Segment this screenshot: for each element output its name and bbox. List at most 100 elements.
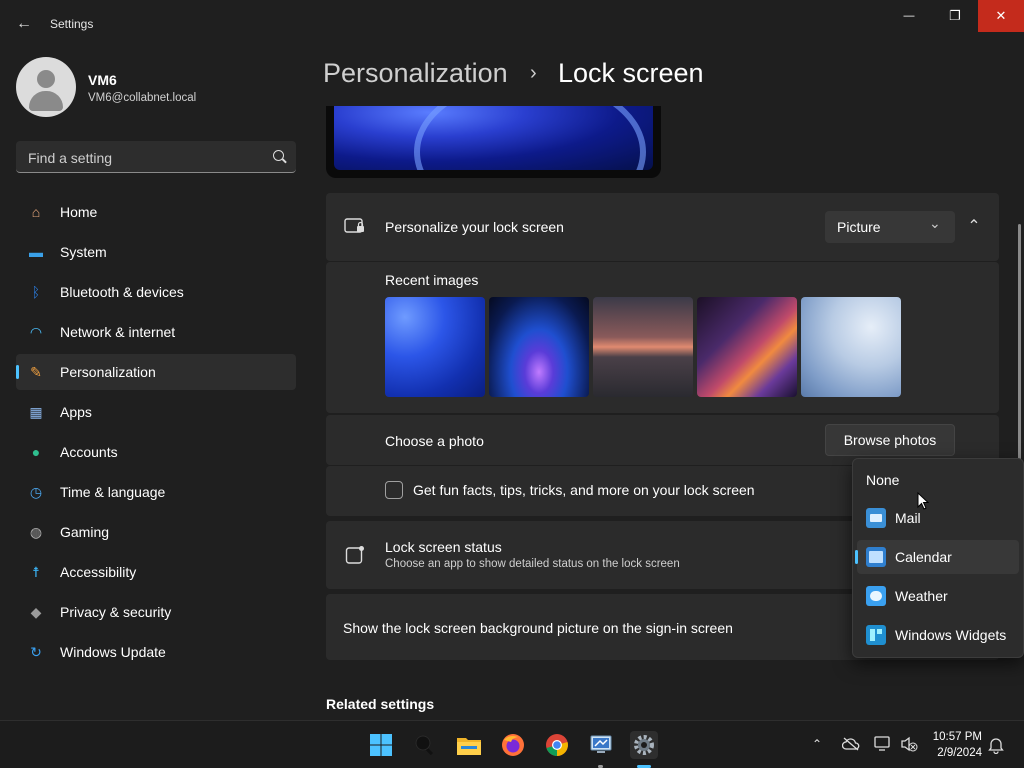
recent-images-label: Recent images — [385, 272, 479, 288]
sidebar-item-privacy-security[interactable]: ◆ Privacy & security — [16, 594, 296, 630]
minimize-icon: — — [903, 10, 915, 22]
flyout-option-none[interactable]: None — [857, 463, 1019, 497]
lock-screen-status-label: Lock screen status — [385, 539, 502, 555]
flyout-option-label: Weather — [895, 588, 948, 604]
sidebar-item-bluetooth-devices[interactable]: ᛒ Bluetooth & devices — [16, 274, 296, 310]
browse-photos-button[interactable]: Browse photos — [825, 424, 955, 456]
collapse-button[interactable]: ⌃ — [962, 216, 986, 238]
chevron-up-icon: ⌃ — [967, 218, 981, 235]
update-icon: ↻ — [30, 643, 42, 660]
recent-image-5[interactable] — [801, 297, 901, 397]
back-button[interactable]: ← — [8, 10, 40, 38]
flyout-option-mail[interactable]: Mail — [857, 501, 1019, 535]
sidebar-item-time-language[interactable]: ◷ Time & language — [16, 474, 296, 510]
calendar-icon — [866, 547, 886, 567]
close-button[interactable]: ✕ — [978, 0, 1024, 32]
volume-muted-icon[interactable] — [900, 736, 918, 757]
flyout-option-weather[interactable]: Weather — [857, 579, 1019, 613]
dropdown-value: Picture — [837, 219, 881, 235]
restore-icon: ❐ — [949, 8, 961, 23]
sidebar-item-label: System — [60, 244, 107, 260]
sidebar-item-label: Accounts — [60, 444, 118, 460]
user-email: VM6@collabnet.local — [88, 92, 197, 104]
sidebar-item-label: Time & language — [60, 484, 166, 500]
flyout-option-label: None — [866, 472, 900, 488]
recent-image-3[interactable] — [593, 297, 693, 397]
breadcrumb-parent[interactable]: Personalization — [323, 58, 508, 89]
sidebar-item-label: Gaming — [60, 524, 110, 540]
avatar[interactable] — [16, 57, 76, 117]
scrollbar[interactable] — [1018, 224, 1021, 464]
clock-globe-icon: ◷ — [29, 483, 43, 500]
avatar-body-icon — [29, 91, 63, 111]
network-icon[interactable] — [874, 736, 892, 757]
settings-icon[interactable] — [630, 731, 658, 759]
home-icon: ⌂ — [31, 204, 41, 220]
lock-screen-icon — [344, 217, 366, 237]
sidebar-item-system[interactable]: ▬ System — [16, 234, 296, 270]
close-icon: ✕ — [995, 8, 1007, 23]
sidebar-item-windows-update[interactable]: ↻ Windows Update — [16, 634, 296, 670]
sidebar-item-label: Personalization — [60, 364, 156, 380]
page-title: Lock screen — [558, 58, 704, 88]
app-title: Settings — [50, 17, 94, 31]
mouse-cursor-icon — [917, 491, 930, 515]
choose-photo-label: Choose a photo — [385, 433, 484, 449]
sidebar-item-accounts[interactable]: ● Accounts — [16, 434, 296, 470]
remote-desktop-icon[interactable] — [587, 731, 615, 759]
maximize-button[interactable]: ❐ — [932, 0, 978, 32]
sidebar-item-label: Privacy & security — [60, 604, 172, 620]
taskbar-clock[interactable]: 10:57 PM 2/9/2024 — [926, 729, 982, 761]
sidebar-nav: ⌂ Home ▬ System ᛒ Bluetooth & devices ◠ Network… — [16, 194, 296, 674]
flyout-option-widgets[interactable]: Windows Widgets — [857, 618, 1019, 652]
widgets-icon — [866, 625, 886, 645]
taskbar: ⌃ 10:57 PM 2/9/2024 — [0, 720, 1024, 768]
chevron-down-icon: ⌄ — [929, 215, 941, 231]
related-settings-heading: Related settings — [326, 696, 435, 712]
fun-facts-checkbox[interactable] — [385, 481, 403, 499]
lock-screen-type-dropdown[interactable]: Picture ⌄ — [825, 211, 955, 243]
flyout-option-calendar[interactable]: Calendar — [855, 540, 1019, 574]
lock-screen-preview — [326, 106, 661, 178]
breadcrumb-separator: › — [530, 62, 537, 84]
cloud-offline-icon[interactable] — [841, 737, 860, 756]
sidebar-item-apps[interactable]: ▦ Apps — [16, 394, 296, 430]
sidebar-item-label: Bluetooth & devices — [60, 284, 184, 300]
personalize-label: Personalize your lock screen — [385, 219, 564, 235]
search-icon[interactable] — [411, 731, 439, 759]
windows-start-icon[interactable] — [367, 731, 395, 759]
recent-image-2[interactable] — [489, 297, 589, 397]
recent-image-1[interactable] — [385, 297, 485, 397]
person-icon: ● — [31, 444, 41, 460]
weather-icon — [866, 586, 886, 606]
sidebar-item-accessibility[interactable]: ☨ Accessibility — [16, 554, 296, 590]
recent-image-4[interactable] — [697, 297, 797, 397]
user-name: VM6 — [88, 72, 117, 88]
sidebar-item-personalization[interactable]: ✎ Personalization — [16, 354, 296, 390]
chevron-up-icon[interactable]: ⌃ — [812, 737, 822, 751]
search-box[interactable] — [16, 141, 296, 173]
sidebar-item-label: Accessibility — [60, 564, 137, 580]
avatar-head-icon — [37, 70, 55, 88]
sidebar-item-home[interactable]: ⌂ Home — [16, 194, 296, 230]
signin-background-label: Show the lock screen background picture … — [343, 620, 733, 636]
firefox-icon[interactable] — [499, 731, 527, 759]
status-app-flyout: None Mail Calendar Weather Windows Widge… — [852, 458, 1024, 658]
chrome-icon[interactable] — [543, 731, 571, 759]
bluetooth-icon: ᛒ — [31, 284, 41, 300]
sidebar-item-gaming[interactable]: ◍ Gaming — [16, 514, 296, 550]
preview-image — [334, 106, 653, 170]
sidebar-item-network-internet[interactable]: ◠ Network & internet — [16, 314, 296, 350]
search-icon[interactable] — [273, 150, 284, 161]
notification-bell-icon[interactable] — [988, 736, 1004, 759]
clock-date: 2/9/2024 — [937, 747, 982, 759]
status-icon — [345, 545, 365, 565]
file-explorer-icon[interactable] — [455, 731, 483, 759]
accessibility-icon: ☨ — [32, 563, 40, 580]
lock-screen-status-description: Choose an app to show detailed status on… — [385, 558, 680, 570]
sidebar-item-label: Home — [60, 204, 98, 220]
minimize-button[interactable]: — — [886, 0, 932, 32]
search-input[interactable] — [26, 147, 260, 169]
apps-icon: ▦ — [29, 403, 43, 420]
sidebar-item-label: Network & internet — [60, 324, 176, 340]
